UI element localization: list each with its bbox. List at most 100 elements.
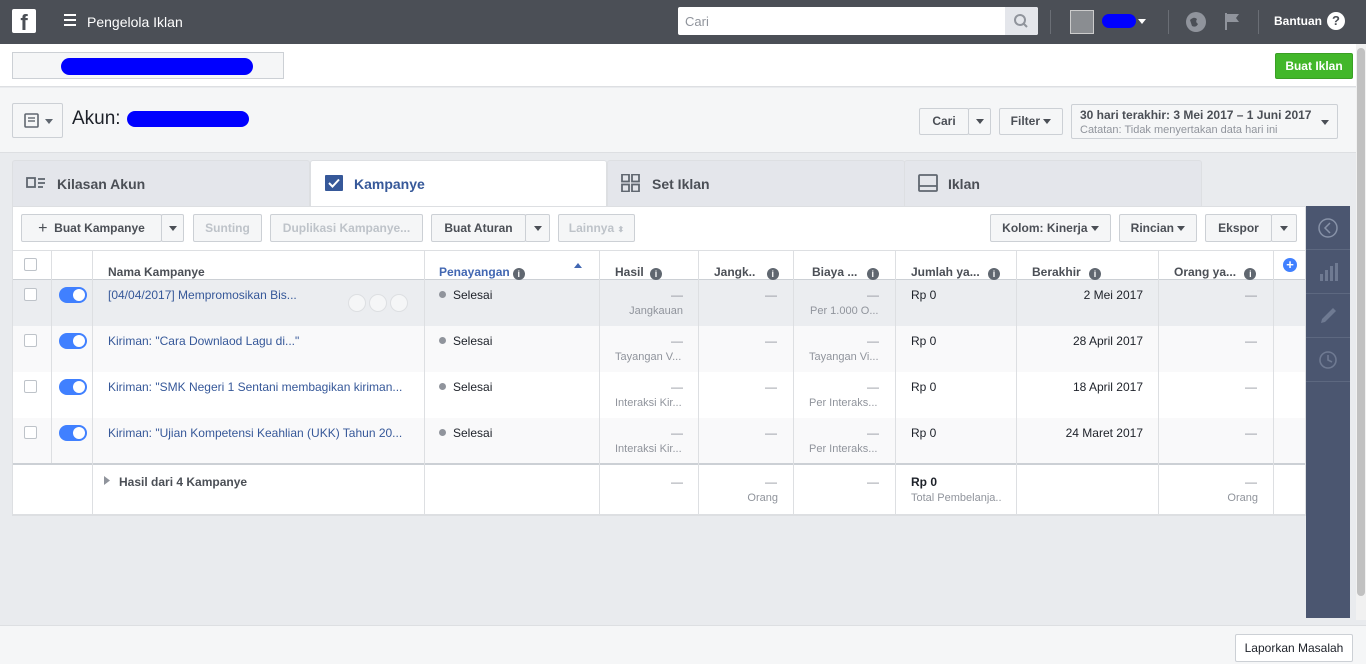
create-campaign-button[interactable]: + Buat Kampanye [21,214,162,242]
create-rule-dropdown[interactable] [525,214,550,242]
bar-chart-icon [1320,263,1338,281]
user-avatar[interactable] [1070,10,1094,34]
expand-triangle-icon[interactable] [104,476,110,485]
column-header-delivery[interactable]: Penayangan i [439,265,525,280]
campaign-toggle[interactable] [59,333,87,349]
select-all-checkbox[interactable] [24,258,37,271]
flag-icon[interactable] [1222,11,1242,31]
column-header-reach[interactable]: Jangk.. i [714,265,779,280]
column-header-ends[interactable]: Berakhir i [1032,265,1102,280]
account-menu-button[interactable] [12,103,63,138]
overview-icon [26,177,45,188]
info-icon[interactable]: i [512,268,525,280]
row-checkbox[interactable] [24,334,37,347]
column-divider [1273,251,1274,515]
campaign-name-link[interactable]: Kiriman: "Cara Downlaod Lagu di..." [108,334,413,348]
view-charts-icon[interactable] [390,294,408,312]
account-selector[interactable] [12,52,284,79]
search-input[interactable] [678,7,1004,35]
summary-amount-spent: Rp 0 [911,475,938,489]
add-column-icon[interactable]: + [1283,258,1297,272]
create-ad-button[interactable]: Buat Iklan [1275,53,1353,79]
campaign-toggle[interactable] [59,379,87,395]
search-button[interactable] [1005,7,1038,35]
table-row[interactable] [13,280,1305,326]
column-header-name[interactable]: Nama Kampanye [108,265,205,279]
campaign-toggle[interactable] [59,287,87,303]
info-icon[interactable]: i [1244,268,1257,280]
column-header-people[interactable]: Orang ya... i [1174,265,1257,280]
end-date: 28 April 2017 [1072,334,1143,348]
header-label: Jangk.. [714,265,756,279]
info-icon[interactable]: i [1089,268,1102,280]
scrollbar-thumb[interactable] [1357,48,1365,596]
edit-panel-button[interactable] [1306,294,1350,338]
campaign-name-link[interactable]: Kiriman: "Ujian Kompetensi Keahlian (UKK… [108,426,413,440]
tab-account-overview[interactable]: Kilasan Akun [12,160,310,206]
status-dot-icon [439,337,446,344]
tab-campaigns[interactable]: Kampanye [310,160,607,207]
app-title[interactable]: Pengelola Iklan [87,14,183,30]
export-dropdown[interactable] [1271,214,1297,242]
more-button[interactable]: Lainnya ⬍ [558,214,635,242]
chevron-down-icon [168,226,177,232]
search-filter-button[interactable]: Cari [919,108,969,135]
summary-reach: — [765,475,777,489]
help-link[interactable]: Bantuan [1274,14,1322,28]
page-scrollbar[interactable] [1356,44,1366,620]
info-icon[interactable]: i [766,268,779,280]
edit-button[interactable]: Sunting [193,214,262,242]
help-icon[interactable]: ? [1327,12,1345,30]
sort-arrows-icon: ⬍ [617,225,625,234]
tab-label: Kampanye [354,176,425,192]
summary-reach-unit: Orang [747,492,778,504]
tab-ad-sets[interactable]: Set Iklan [607,160,905,206]
create-campaign-dropdown[interactable] [161,214,184,242]
cost-value: — [867,334,879,348]
campaign-toggle[interactable] [59,425,87,441]
column-header-amount-spent[interactable]: Jumlah ya... i [911,265,1001,280]
table-row[interactable] [13,418,1305,464]
column-header-cost[interactable]: Biaya ... i [812,265,879,280]
date-range-picker[interactable]: 30 hari terakhir: 3 Mei 2017 – 1 Juni 20… [1071,104,1338,139]
row-checkbox[interactable] [24,288,37,301]
reach-value: — [765,334,777,348]
amount-spent: Rp 0 [911,380,937,394]
create-rule-button[interactable]: Buat Aturan [431,214,526,242]
column-header-results[interactable]: Hasil i [615,265,663,280]
info-icon[interactable]: i [650,268,663,280]
info-icon[interactable]: i [866,268,879,280]
breakdown-button[interactable]: Rincian [1119,214,1197,242]
facebook-logo-icon[interactable]: f [12,9,36,33]
info-icon[interactable]: i [988,268,1001,280]
campaign-name-link[interactable]: Kiriman: "SMK Negeri 1 Sentani membagika… [108,380,413,394]
columns-label: Kolom: Kinerja [1002,221,1088,235]
sort-ascending-icon[interactable] [574,262,582,268]
filter-label: Filter [1010,114,1040,128]
report-problem-button[interactable]: Laporkan Masalah [1235,634,1353,662]
globe-icon[interactable] [1186,12,1206,32]
cost-type: Tayangan Vi... [809,351,879,363]
row-checkbox[interactable] [24,380,37,393]
table-row[interactable] [13,372,1305,418]
table-row[interactable] [13,326,1305,372]
row-checkbox[interactable] [24,426,37,439]
history-button[interactable] [1306,338,1350,382]
view-charts-button[interactable] [1306,250,1350,294]
export-button[interactable]: Ekspor [1205,214,1272,242]
columns-button[interactable]: Kolom: Kinerja [990,214,1111,242]
edit-pencil-icon[interactable] [369,294,387,312]
search-dropdown-button[interactable] [968,108,991,135]
hamburger-menu-icon[interactable] [64,14,77,28]
redaction-mark [127,111,249,127]
breakdown-label: Rincian [1130,221,1174,235]
duplicate-icon[interactable] [348,294,366,312]
user-name-redacted[interactable] [1102,14,1136,28]
filter-button[interactable]: Filter [999,108,1063,135]
chevron-down-icon[interactable] [1138,19,1146,24]
column-divider [895,251,896,515]
tab-ads[interactable]: Iklan [904,160,1202,206]
duplicate-campaign-button[interactable]: Duplikasi Kampanye... [270,214,423,242]
campaign-name-link[interactable]: [04/04/2017] Mempromosikan Bis... [108,288,308,302]
collapse-panel-button[interactable] [1306,206,1350,250]
